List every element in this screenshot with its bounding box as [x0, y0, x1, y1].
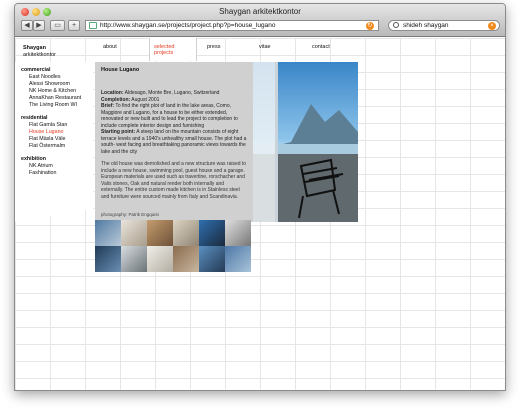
add-bookmark-button[interactable]: +: [68, 20, 80, 31]
completion-label: Completion:: [101, 96, 131, 103]
thumbnail[interactable]: [95, 220, 121, 246]
thumbnail[interactable]: [199, 220, 225, 246]
sidebar-item-east-noodles[interactable]: East Noodles: [29, 74, 61, 80]
sidebar-item-house-lugano[interactable]: House Lugano: [29, 129, 63, 135]
logo-name: Shaygan: [23, 45, 46, 51]
logo-subtitle: arkitektkontor: [23, 52, 57, 58]
sidebar-item-fashination[interactable]: Fashination: [29, 170, 56, 176]
nav-selected-projects[interactable]: selected projects: [149, 38, 197, 61]
thumbnail[interactable]: [147, 246, 173, 272]
thumbnail[interactable]: [147, 220, 173, 246]
site-logo[interactable]: Shaygan arkitektkontor: [23, 45, 56, 59]
nav-vitae[interactable]: vitae: [255, 38, 275, 61]
thumbnail[interactable]: [121, 220, 147, 246]
search-icon: [393, 22, 399, 28]
thumbnail[interactable]: [121, 246, 147, 272]
sidebar-item-flat-gamla-stan[interactable]: Flat Gamla Stan: [29, 122, 67, 128]
section-title-exhibition: exhibition: [21, 156, 47, 162]
clear-search-icon[interactable]: ×: [488, 22, 496, 30]
browser-window: Shaygan arkitektkontor ◀ ▶ ▭ + http://ww…: [14, 3, 506, 391]
sidebar-item-alessi-showroom[interactable]: Alessi Showroom: [29, 81, 70, 87]
project-sidebar: commercial East Noodles Alessi Showroom …: [15, 62, 93, 222]
sidebar-item-nk-home-kitchen[interactable]: NK Home & Kitchen: [29, 88, 76, 94]
project-description: The old house was demolished and a new s…: [101, 161, 247, 200]
thumbnail[interactable]: [225, 220, 251, 246]
nav-press[interactable]: press: [203, 38, 224, 61]
project-completion: August 2001: [131, 96, 160, 103]
nav-contact[interactable]: contact: [308, 38, 334, 61]
thumbnail[interactable]: [225, 246, 251, 272]
thumbnail[interactable]: [173, 246, 199, 272]
lake-terrace-photo: [253, 62, 358, 222]
project-details: Location: Aldesago, Monte Bre, Lugano, S…: [101, 90, 247, 155]
search-value: shideh shaygan: [403, 22, 449, 29]
project-info-panel: House Lugano Location: Aldesago, Monte B…: [95, 62, 253, 222]
sidebar-item-flat-ostermalm[interactable]: Flat Östermalm: [29, 143, 65, 149]
forward-button[interactable]: ▶: [33, 20, 45, 31]
back-button[interactable]: ◀: [21, 20, 33, 31]
sidebar-item-nk-atrium[interactable]: NK Atrium: [29, 163, 53, 169]
photo-credit: photography: Patrik Engquist: [101, 212, 159, 217]
sidebar-item-flat-masla-vale[interactable]: Flat Mäsla Väle: [29, 136, 66, 142]
nav-about[interactable]: about: [99, 38, 121, 61]
thumbnail[interactable]: [199, 246, 225, 272]
thumbnail[interactable]: [173, 220, 199, 246]
project-brief: To find the right plot of land in the la…: [101, 103, 238, 129]
title-bar: Shaygan arkitektkontor ◀ ▶ ▭ + http://ww…: [15, 4, 505, 37]
location-label: Location:: [101, 90, 124, 96]
project-location: Aldesago, Monte Bre, Lugano, Switzerland: [124, 90, 220, 96]
section-title-residential: residential: [21, 115, 48, 121]
section-title-commercial: commercial: [21, 67, 51, 73]
main-project-photo: [253, 62, 358, 222]
sidebar-item-annakhan-restaurant[interactable]: AnnaKhan Restaurant: [29, 95, 81, 101]
starting-point-label: Starting point:: [101, 129, 136, 135]
window-title: Shaygan arkitektkontor: [219, 7, 301, 16]
sidebar-item-the-living-room[interactable]: The Living Room WI: [29, 102, 77, 108]
thumbnail[interactable]: [95, 246, 121, 272]
web-page: Shaygan arkitektkontor about selected pr…: [15, 38, 505, 390]
address-bar[interactable]: http://www.shaygan.se/projects/project.p…: [85, 20, 379, 31]
view-toggle-button[interactable]: ▭: [50, 20, 65, 31]
reload-icon[interactable]: ↻: [366, 22, 374, 30]
site-favicon-icon: [89, 22, 97, 29]
photo-thumbnails: [95, 220, 253, 274]
project-title: House Lugano: [101, 67, 140, 73]
brief-label: Brief:: [101, 103, 115, 109]
address-url: http://www.shaygan.se/projects/project.p…: [100, 22, 276, 29]
search-field[interactable]: shideh shaygan ×: [388, 20, 500, 31]
